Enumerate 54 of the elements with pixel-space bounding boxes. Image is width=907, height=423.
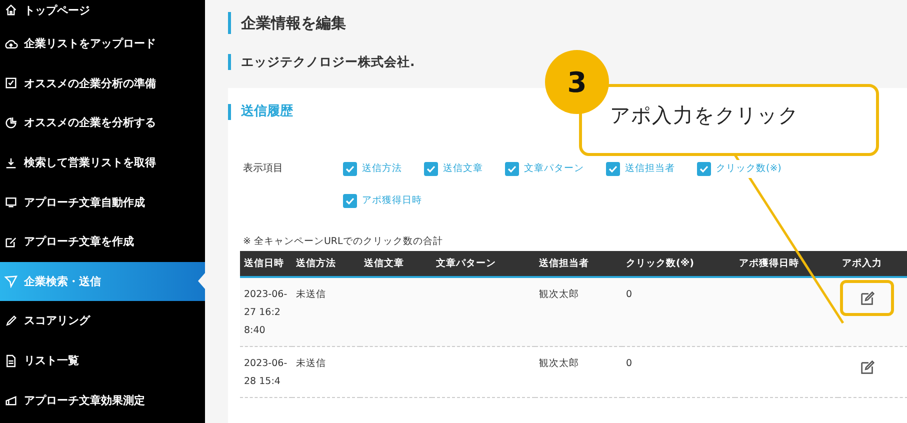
note-text: ※ 全キャンペーンURLでのクリック数の合計 [243, 235, 444, 248]
edit-icon[interactable] [858, 358, 876, 376]
sidebar-item[interactable]: リスト一覧 [0, 340, 205, 380]
active-notch [198, 273, 205, 290]
checkbox[interactable] [697, 162, 711, 176]
pencil-icon [4, 314, 18, 328]
edit-icon [4, 234, 18, 249]
column-header: アポ獲得日時 [735, 251, 838, 277]
pie-chart-icon [4, 116, 18, 130]
document-icon [4, 354, 18, 368]
table-cell: 0 [626, 289, 632, 300]
checkbox[interactable] [606, 162, 620, 176]
column-header: 送信日時 [240, 251, 292, 277]
table-cell: 2023-06-28 15:4 [244, 358, 288, 387]
ruler-icon [4, 393, 18, 408]
sidebar-item[interactable]: アプローチ文章を作成 [0, 222, 205, 262]
sidebar-item[interactable]: 検索して営業リストを取得 [0, 142, 205, 182]
checkbox[interactable] [424, 162, 438, 176]
column-header: 文章パターン [432, 251, 535, 277]
monitor-icon [4, 195, 18, 210]
column-header: 送信担当者 [535, 251, 622, 277]
sidebar-item[interactable]: スコアリング [0, 301, 205, 341]
check-icon [506, 163, 518, 175]
home-icon [4, 3, 18, 17]
send-icon [4, 274, 18, 288]
column-header: クリック数(※) [622, 251, 735, 277]
column-header: 送信方法 [292, 251, 360, 277]
check-icon [344, 195, 356, 207]
table-cell: 0 [626, 358, 632, 369]
sidebar-item[interactable]: オススメの企業分析の準備 [0, 64, 205, 104]
page-title: 企業情報を編集 [228, 12, 907, 34]
table-cell: 観次太郎 [539, 289, 579, 300]
table-cell: 未送信 [296, 358, 326, 369]
check-icon [425, 163, 437, 175]
column-header: アポ入力 [838, 251, 907, 277]
checkbox[interactable] [343, 194, 357, 208]
sidebar-item[interactable]: アプローチ文章自動作成 [0, 182, 205, 222]
checkbox[interactable] [505, 162, 519, 176]
checkbox-icon [4, 76, 18, 90]
table-cell: 観次太郎 [539, 358, 579, 369]
checkbox[interactable] [343, 162, 357, 176]
check-icon [344, 163, 356, 175]
sidebar-item[interactable]: オススメの企業を分析する [0, 103, 205, 143]
sidebar-item[interactable]: アプローチ文章効果測定 [0, 380, 205, 420]
check-icon [607, 163, 619, 175]
sidebar-item[interactable]: 企業リストをアップロード [0, 24, 205, 64]
check-icon [698, 163, 710, 175]
display-items-label: 表示項目 [243, 162, 284, 176]
table-cell: 未送信 [296, 289, 326, 300]
download-icon [4, 156, 18, 170]
edit-icon[interactable] [858, 290, 876, 306]
column-header: 送信文章 [360, 251, 432, 277]
table-cell: 2023-06-27 16:28:40 [244, 289, 288, 336]
sidebar-item[interactable]: トップページ [0, 0, 205, 24]
